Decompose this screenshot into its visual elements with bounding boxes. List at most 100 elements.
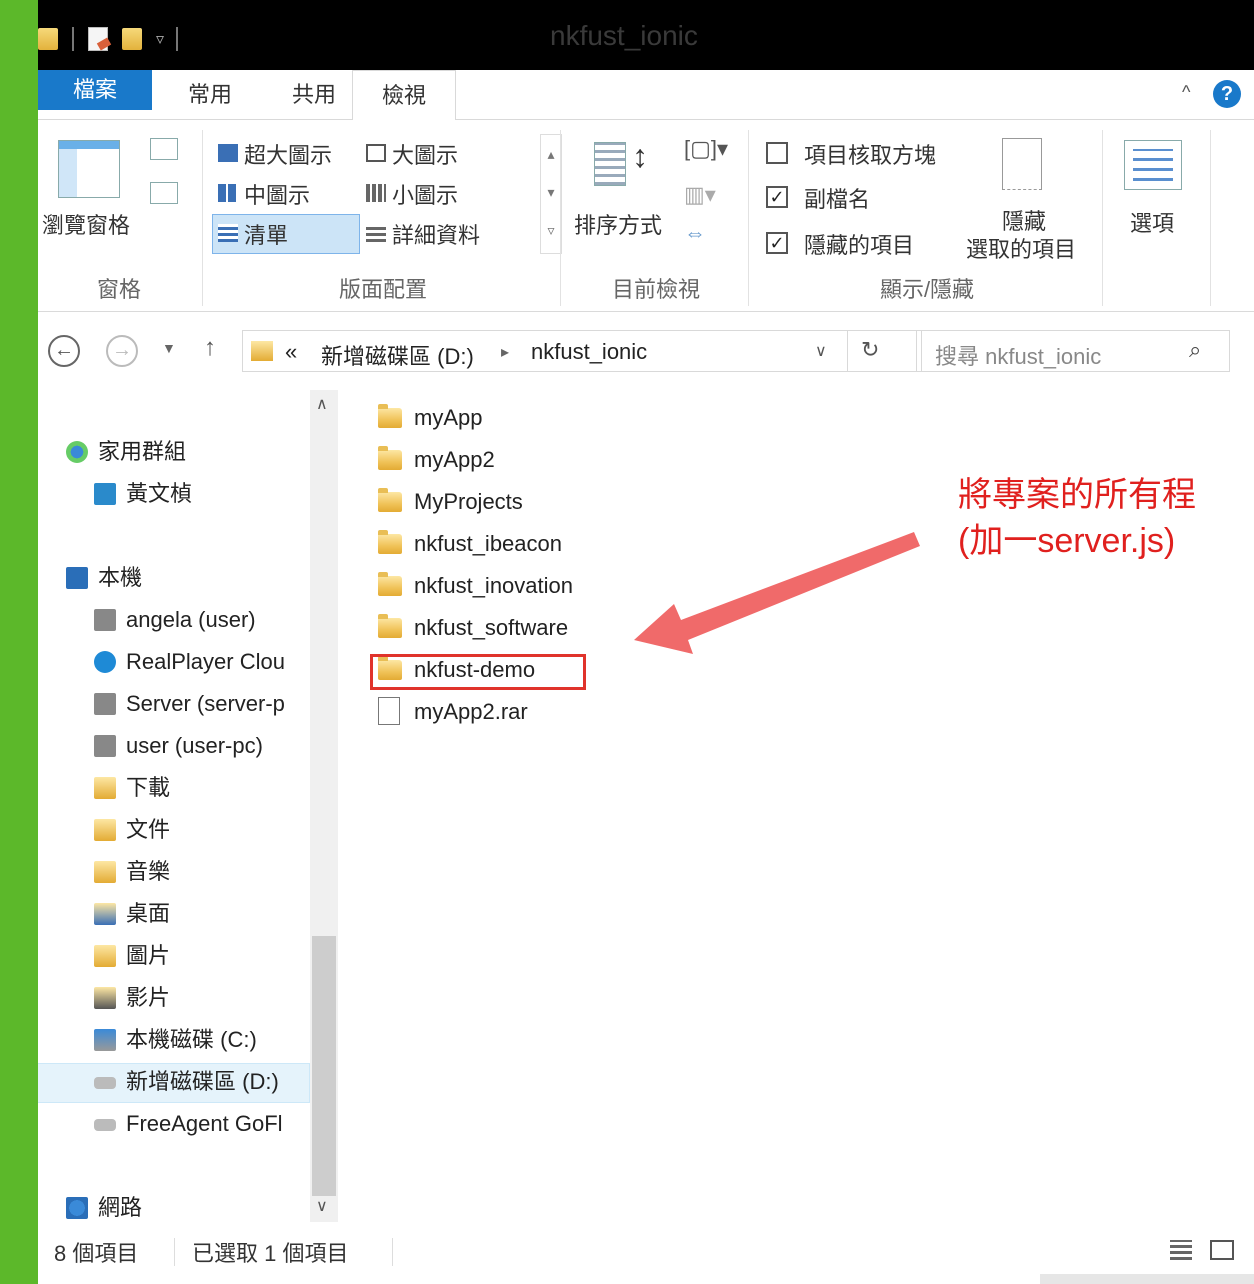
- tab-view[interactable]: 檢視: [352, 70, 456, 121]
- group-current-view: ↕ 排序方式 [▢]▾ ▥▾ ⇔ 目前檢視: [566, 120, 746, 312]
- group-divider: [202, 130, 203, 306]
- window-title: nkfust_ionic: [550, 20, 698, 51]
- group-pane: 瀏覽窗格 窗格: [38, 120, 200, 312]
- sort-arrow-icon: ↕: [632, 138, 648, 174]
- properties-icon[interactable]: [88, 27, 108, 51]
- group-by-icon[interactable]: [▢]▾: [684, 136, 728, 162]
- new-folder-icon[interactable]: [122, 28, 142, 50]
- nav-documents[interactable]: 文件: [94, 810, 170, 850]
- nav-pane-button[interactable]: 瀏覽窗格: [42, 208, 130, 240]
- breadcrumb-nkfust-ionic[interactable]: nkfust_ionic: [531, 339, 647, 365]
- forward-button[interactable]: →: [106, 335, 138, 367]
- layout-gallery-scroll[interactable]: ▴ ▾ ▿: [540, 134, 562, 254]
- music-icon: [94, 861, 116, 883]
- list-item[interactable]: myApp2.rar: [378, 692, 528, 732]
- nav-videos[interactable]: 影片: [94, 978, 170, 1018]
- customize-toolbar-icon[interactable]: ▿: [156, 29, 164, 49]
- nav-desktop[interactable]: 桌面: [94, 894, 170, 934]
- arrow-shape: [634, 532, 920, 654]
- hide-selected-line2[interactable]: 選取的項目: [966, 232, 1076, 264]
- nav-user-hg[interactable]: 黃文楨: [94, 474, 192, 514]
- layout-details[interactable]: 詳細資料: [392, 218, 480, 250]
- address-divider: [847, 331, 848, 371]
- annotation-line1: 將專案的所有程: [958, 476, 1196, 514]
- address-dropdown-icon[interactable]: ∨: [815, 341, 827, 361]
- tab-home[interactable]: 常用: [158, 70, 262, 120]
- nav-realplayer[interactable]: RealPlayer Clou: [94, 642, 285, 682]
- nav-freeagent[interactable]: FreeAgent GoFl: [94, 1104, 283, 1144]
- breadcrumb-drive-d[interactable]: 新增磁碟區 (D:): [321, 339, 474, 371]
- network-drive-icon: [94, 609, 116, 631]
- tab-file[interactable]: 檔案: [38, 70, 152, 110]
- search-icon[interactable]: ⌕: [1189, 337, 1201, 363]
- nav-scroll-thumb[interactable]: [312, 936, 336, 1196]
- small-icons-icon: [366, 184, 386, 202]
- list-item[interactable]: myApp2: [378, 440, 495, 480]
- toolbar-divider: [176, 27, 179, 51]
- videos-icon: [94, 987, 116, 1009]
- quick-access-toolbar: ▿: [38, 24, 192, 54]
- scroll-down-icon[interactable]: ∨: [316, 1196, 328, 1216]
- list-item[interactable]: nkfust_software: [378, 608, 568, 648]
- group-divider: [560, 130, 561, 306]
- nav-network[interactable]: 網路: [66, 1188, 142, 1228]
- status-divider: [392, 1238, 393, 1266]
- address-box[interactable]: « 新增磁碟區 (D:) ▸ nkfust_ionic ∨ ↻: [242, 330, 922, 372]
- nav-pictures[interactable]: 圖片: [94, 936, 170, 976]
- tab-share[interactable]: 共用: [262, 70, 366, 120]
- search-input[interactable]: 搜尋 nkfust_ionic: [935, 339, 1101, 371]
- annotation-text: 將專案的所有程 (加一server.js): [958, 472, 1196, 564]
- hidden-items-checkbox[interactable]: ✓: [766, 232, 788, 254]
- list-item[interactable]: nkfust_ibeacon: [378, 524, 562, 564]
- details-view-icon[interactable]: [1170, 1240, 1192, 1260]
- sort-by-button[interactable]: 排序方式: [574, 208, 662, 240]
- layout-small-icons[interactable]: 小圖示: [392, 178, 458, 210]
- window-resize-strip: [1040, 1274, 1254, 1284]
- list-item[interactable]: nkfust_inovation: [378, 566, 573, 606]
- nav-drive-d[interactable]: 新增磁碟區 (D:): [94, 1062, 279, 1102]
- nav-user[interactable]: user (user-pc): [94, 726, 263, 766]
- list-item[interactable]: MyProjects: [378, 482, 523, 522]
- nav-music[interactable]: 音樂: [94, 852, 170, 892]
- options-icon[interactable]: [1124, 140, 1182, 190]
- minimize-ribbon-icon[interactable]: ^: [1182, 82, 1190, 103]
- preview-pane-icon[interactable]: [150, 138, 178, 160]
- address-chevrons[interactable]: «: [285, 339, 297, 365]
- item-checkboxes-checkbox[interactable]: [766, 142, 788, 164]
- nav-homegroup[interactable]: 家用群組: [66, 432, 186, 472]
- annotation-line2: (加一server.js): [958, 522, 1176, 560]
- nav-drive-c[interactable]: 本機磁碟 (C:): [94, 1020, 257, 1060]
- back-button[interactable]: ←: [48, 335, 80, 367]
- folder-icon: [378, 404, 402, 428]
- large-icons-view-icon[interactable]: [1210, 1240, 1234, 1260]
- layout-xl-icons[interactable]: 超大圖示: [244, 138, 332, 170]
- scroll-up-icon[interactable]: ∧: [316, 394, 328, 414]
- title-bar: ▿ nkfust_ionic: [38, 0, 1254, 70]
- layout-medium-icons[interactable]: 中圖示: [244, 178, 310, 210]
- help-icon[interactable]: ?: [1213, 80, 1241, 108]
- layout-large-icons[interactable]: 大圖示: [392, 138, 458, 170]
- nav-pane-icon[interactable]: [58, 140, 120, 198]
- details-pane-icon[interactable]: [150, 182, 178, 204]
- layout-list[interactable]: 清單: [244, 218, 288, 250]
- options-button[interactable]: 選項: [1130, 206, 1174, 238]
- list-item[interactable]: myApp: [378, 398, 482, 438]
- nav-scrollbar[interactable]: ∧ ∨: [310, 390, 338, 1222]
- item-checkboxes-label: 項目核取方塊: [804, 143, 937, 168]
- ribbon-tabs: 檔案 常用 共用 檢視: [38, 70, 1254, 121]
- search-box[interactable]: 搜尋 nkfust_ionic ⌕: [916, 330, 1230, 372]
- group-divider: [748, 130, 749, 306]
- breadcrumb-arrow-icon[interactable]: ▸: [501, 342, 509, 362]
- refresh-icon[interactable]: ↻: [861, 337, 879, 363]
- nav-angela[interactable]: angela (user): [94, 600, 256, 640]
- recent-locations-icon[interactable]: ▼: [162, 340, 176, 356]
- nav-server[interactable]: Server (server-p: [94, 684, 285, 724]
- sort-by-icon[interactable]: [594, 142, 626, 186]
- nav-this-pc[interactable]: 本機: [66, 558, 142, 598]
- file-ext-checkbox[interactable]: ✓: [766, 186, 788, 208]
- nav-downloads[interactable]: 下載: [94, 768, 170, 808]
- up-button[interactable]: ↑: [204, 334, 216, 362]
- hide-selected-icon[interactable]: [1002, 138, 1042, 190]
- large-icons-icon: [366, 144, 386, 162]
- size-columns-icon[interactable]: ⇔: [684, 220, 706, 246]
